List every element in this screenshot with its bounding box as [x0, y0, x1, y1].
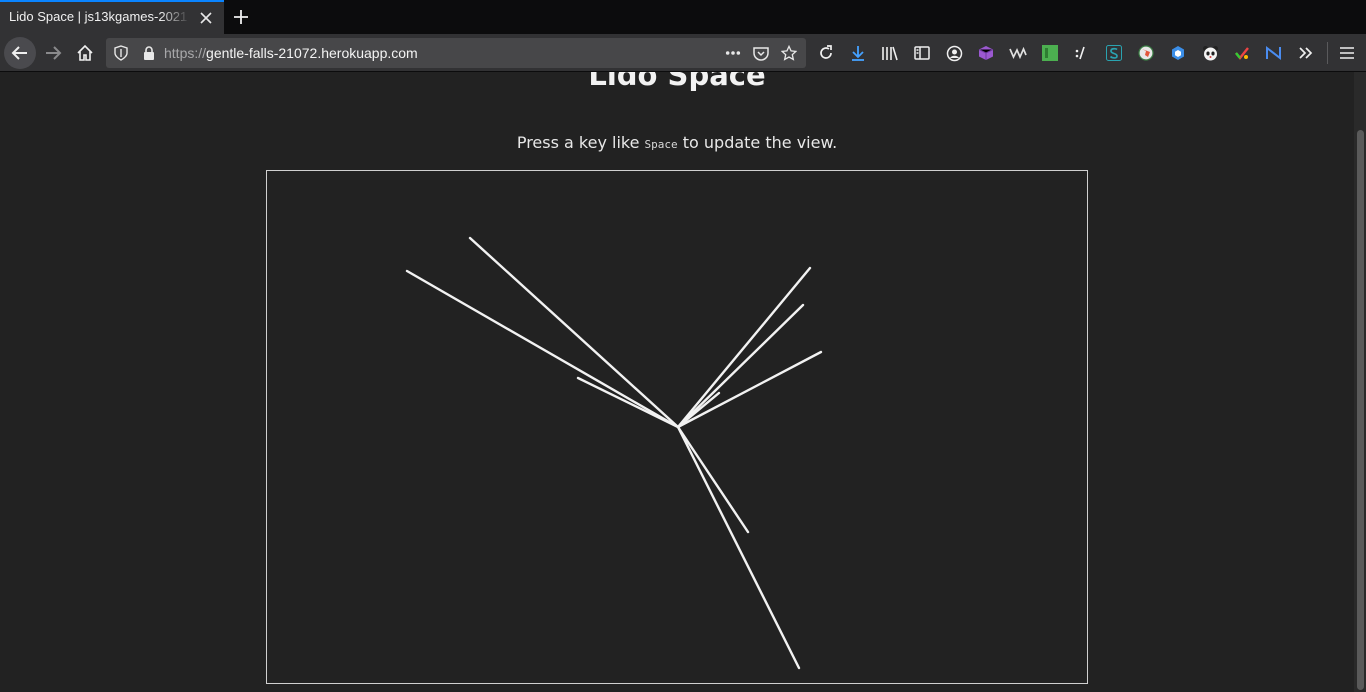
pocket-icon[interactable] [753, 45, 769, 61]
tab-strip: Lido Space | js13kgames-2021 [0, 0, 1366, 34]
instruction-after: to update the view. [677, 133, 838, 152]
ray-line [676, 425, 750, 534]
home-button[interactable] [69, 37, 101, 69]
instruction-before: Press a key like [516, 133, 645, 152]
instruction-text: Press a key like Space to update the vie… [0, 133, 1354, 152]
extension-cube-icon[interactable] [977, 44, 995, 62]
extension-s-icon[interactable] [1105, 44, 1123, 62]
overflow-chevron-icon[interactable] [1297, 44, 1315, 62]
download-icon[interactable] [849, 44, 867, 62]
page-actions-icon[interactable] [725, 45, 741, 61]
tracking-shield-icon[interactable] [113, 45, 129, 61]
back-arrow-icon [11, 46, 27, 60]
home-icon [77, 44, 93, 61]
forward-button[interactable] [37, 37, 69, 69]
ray-line [576, 376, 680, 429]
scrollbar-thumb[interactable] [1357, 130, 1364, 690]
extension-globe-icon[interactable] [1137, 44, 1155, 62]
close-tab-icon[interactable] [198, 10, 214, 26]
page-title: Lido Space [588, 72, 766, 92]
instruction-key: Space [644, 138, 678, 151]
ray-line [676, 303, 805, 429]
forward-arrow-icon [46, 46, 62, 60]
game-canvas[interactable] [266, 170, 1088, 684]
tab-title-fade [160, 2, 190, 34]
page-scrollbar[interactable] [1354, 72, 1366, 692]
extension-panda-icon[interactable] [1201, 44, 1219, 62]
url-host: gentle-falls-21072.herokuapp.com [206, 45, 418, 61]
active-tab[interactable]: Lido Space | js13kgames-2021 [0, 0, 224, 34]
ray-line [676, 350, 823, 429]
toolbar-separator [1327, 42, 1328, 64]
page-viewport: Lido Space Press a key like Space to upd… [0, 72, 1354, 692]
ray-line [676, 425, 801, 670]
back-button[interactable] [4, 37, 36, 69]
url-text[interactable]: https://gentle-falls-21072.herokuapp.com [164, 45, 418, 61]
ray-line [676, 266, 812, 429]
ray-line [468, 236, 680, 429]
extension-hex-icon[interactable] [1169, 44, 1187, 62]
library-icon[interactable] [881, 44, 899, 62]
menu-icon[interactable] [1338, 44, 1356, 62]
url-scheme: https:// [164, 45, 207, 61]
account-icon[interactable] [945, 44, 963, 62]
sidebar-icon[interactable] [913, 44, 931, 62]
reload-icon[interactable] [817, 44, 835, 62]
bookmark-star-icon[interactable] [781, 45, 797, 61]
navigation-toolbar: https://gentle-falls-21072.herokuapp.com [0, 34, 1366, 72]
extension-wave-icon[interactable] [1009, 44, 1027, 62]
address-bar[interactable]: https://gentle-falls-21072.herokuapp.com [106, 38, 806, 68]
new-tab-icon[interactable] [229, 5, 253, 29]
extension-slash-icon[interactable] [1073, 44, 1091, 62]
extension-green-icon[interactable] [1041, 44, 1059, 62]
ray-line [405, 269, 680, 429]
extension-n-icon[interactable] [1265, 44, 1283, 62]
padlock-icon[interactable] [141, 45, 157, 61]
canvas-drawing [405, 236, 823, 670]
extension-color-icon[interactable] [1233, 44, 1251, 62]
